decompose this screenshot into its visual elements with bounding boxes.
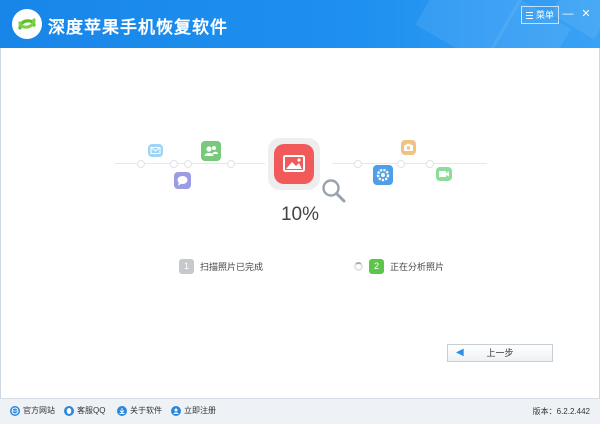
menu-button[interactable]: 菜单 (521, 6, 560, 24)
status-bar: 官方网站 客服QQ 关于软件 立即注册 版本：6.2.2.442 (0, 398, 600, 424)
photo-icon (274, 144, 314, 184)
footer-link-label: 官方网站 (23, 406, 55, 415)
footer-link-label: 关于软件 (130, 406, 162, 415)
settings-icon (373, 165, 393, 185)
node-dot (184, 160, 192, 168)
step-analyze-photos: 2 正在分析照片 (354, 258, 444, 274)
node-dot (227, 160, 235, 168)
loading-spinner-icon (354, 261, 363, 271)
previous-step-label: 上一步 (486, 348, 514, 358)
step-label: 正在分析照片 (390, 261, 445, 272)
step-scan-photos: 1 扫描照片已完成 (179, 258, 263, 274)
version-label: 版本：6.2.2.442 (532, 407, 590, 416)
app-logo (12, 9, 42, 39)
title-bar: 深度苹果手机恢复软件 菜单 — ✕ (0, 0, 600, 48)
menu-icon (526, 11, 533, 19)
register-now-link[interactable]: 立即注册 (171, 405, 216, 416)
close-button[interactable]: ✕ (578, 6, 594, 22)
official-website-link[interactable]: 官方网站 (10, 405, 55, 416)
download-icon (117, 405, 127, 416)
node-dot (137, 160, 145, 168)
scan-progress-percent: 10% (280, 204, 320, 225)
node-dot (354, 160, 362, 168)
contacts-icon (201, 141, 221, 161)
photo-card (268, 138, 320, 190)
qq-icon (64, 405, 74, 416)
step-number-badge: 1 (179, 258, 194, 274)
app-title: 深度苹果手机恢复软件 (48, 18, 228, 37)
support-qq-link[interactable]: 客服QQ (64, 405, 105, 416)
node-dot (426, 160, 434, 168)
minimize-button[interactable]: — (560, 6, 576, 22)
step-number-badge: 2 (369, 258, 384, 274)
footer-link-label: 客服QQ (77, 406, 106, 415)
globe-icon (10, 405, 20, 416)
magnifier-icon (320, 177, 348, 205)
video-icon (436, 167, 452, 181)
camera-icon (401, 140, 416, 155)
node-dot (170, 160, 178, 168)
step-label: 扫描照片已完成 (200, 261, 264, 272)
chat-icon (174, 172, 191, 189)
previous-step-button[interactable]: ◀ 上一步 (447, 344, 553, 362)
node-dot (397, 160, 405, 168)
user-register-icon (171, 405, 181, 416)
menu-label: 菜单 (536, 10, 555, 20)
mail-icon (148, 144, 163, 157)
footer-link-label: 立即注册 (184, 406, 216, 415)
about-software-link[interactable]: 关于软件 (117, 405, 162, 416)
